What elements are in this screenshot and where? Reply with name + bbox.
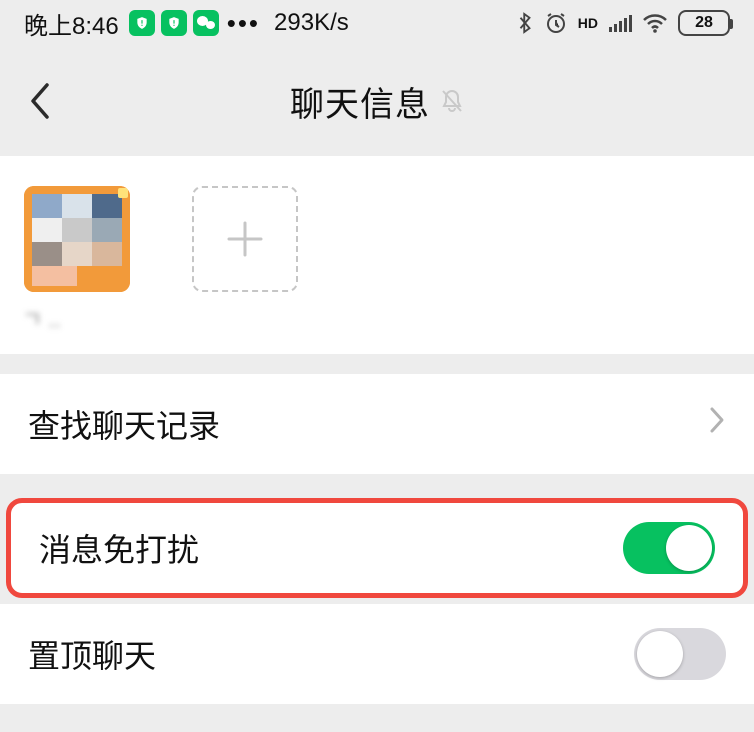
status-bar: 晚上8:46 ••• 293K/s HD 28 — [0, 0, 754, 46]
bell-mute-icon — [440, 88, 464, 114]
hd-icon: HD — [578, 16, 598, 30]
shield-icon-1 — [129, 10, 155, 36]
members-section: ㄱ .. — [0, 156, 754, 354]
nav-bar: 聊天信息 — [0, 46, 754, 156]
status-left-icons — [129, 10, 219, 36]
network-speed: 293K/s — [274, 9, 349, 37]
mute-toggle[interactable] — [623, 522, 715, 574]
search-history-label: 查找聊天记录 — [28, 401, 708, 447]
wifi-icon — [642, 13, 668, 33]
wechat-icon — [193, 10, 219, 36]
page-title: 聊天信息 — [290, 77, 430, 126]
member-item[interactable]: ㄱ .. — [22, 186, 132, 334]
chevron-left-icon — [27, 81, 53, 121]
pin-label: 置顶聊天 — [28, 631, 634, 677]
plus-icon — [221, 215, 269, 263]
section-gap-2 — [0, 474, 754, 494]
pin-row: 置顶聊天 — [0, 604, 754, 704]
alarm-icon — [544, 11, 568, 35]
member-name: ㄱ .. — [22, 302, 132, 334]
shield-icon-2 — [161, 10, 187, 36]
chevron-right-icon — [708, 405, 726, 443]
battery-level: 28 — [695, 14, 713, 32]
battery-icon: 28 — [678, 10, 730, 36]
signal-icon — [608, 13, 632, 33]
avatar — [24, 186, 130, 292]
status-right-icons: HD 28 — [516, 10, 730, 36]
mute-label: 消息免打扰 — [39, 525, 623, 571]
search-history-row[interactable]: 查找聊天记录 — [0, 374, 754, 474]
section-gap — [0, 354, 754, 374]
bluetooth-icon — [516, 11, 534, 35]
pin-toggle[interactable] — [634, 628, 726, 680]
more-dots-icon: ••• — [227, 8, 260, 39]
add-member-button[interactable] — [192, 186, 298, 292]
mute-row: 消息免打扰 — [6, 498, 748, 598]
back-button[interactable] — [18, 79, 62, 123]
status-time: 晚上8:46 — [24, 6, 119, 41]
